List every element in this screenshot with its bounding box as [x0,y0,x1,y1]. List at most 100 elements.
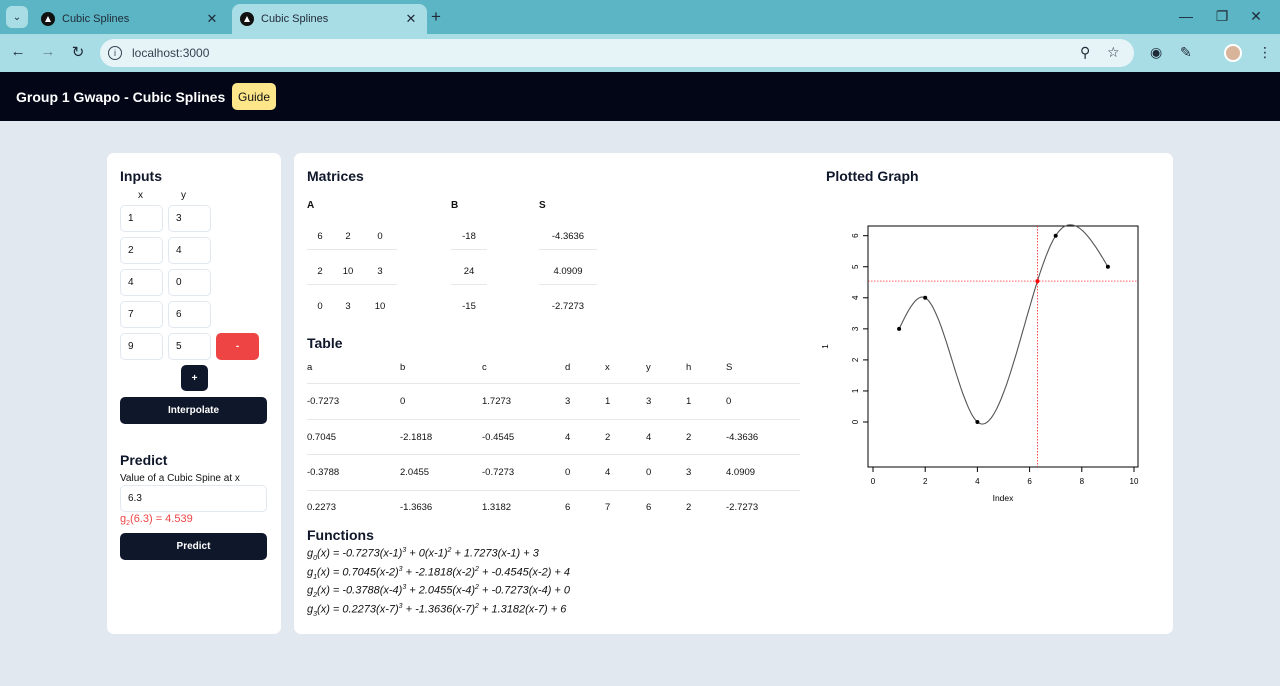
graph-title: Plotted Graph [826,168,919,184]
matrix-a-cell: 0 [377,231,383,242]
predict-result: g2(6.3) = 4.539 [120,513,193,527]
table-cell: 2 [686,432,692,443]
reload-icon[interactable]: ↻ [68,43,88,61]
function-part: + -0.7273(x-4) + 0 [478,585,571,598]
interpolate-button[interactable]: Interpolate [120,397,267,424]
plot-frame [867,225,1139,468]
matrices-title: Matrices [307,168,364,184]
y-input[interactable]: 3 [168,205,211,232]
table-cell: 1.3182 [482,502,512,513]
add-point-button[interactable]: + [181,365,208,391]
app-title: Group 1 Gwapo - Cubic Splines [16,89,226,105]
table-cell: 0 [400,396,406,407]
zoom-icon[interactable]: ⚲ [1080,44,1090,61]
minimize-icon[interactable]: — [1176,8,1196,24]
table-cell: 0 [565,467,571,478]
y-input[interactable]: 5 [168,333,211,360]
table-cell: 0.7045 [307,432,337,443]
y-input[interactable]: 6 [168,301,211,328]
table-header-cell: x [605,362,610,373]
table-cell: 0 [726,396,732,407]
data-point [897,326,902,331]
browser-menu-icon[interactable]: ⋮ [1258,44,1272,61]
matrix-a-cell: 3 [377,266,383,277]
extensions-puzzle-icon[interactable]: ✎ [1180,44,1192,61]
guide-button[interactable]: Guide [232,83,277,110]
remove-point-button[interactable]: - [216,333,259,360]
x-tick-label: 8 [1080,477,1085,486]
back-arrow-icon[interactable]: ← [8,43,28,60]
site-info-icon[interactable]: i [108,46,122,60]
x-input[interactable]: 4 [120,269,163,296]
table-cell: 2 [605,432,611,443]
results-card: Matrices A B S 6 2 0 2 10 3 0 3 10 -18 24 -15 -4.363… [294,153,1173,634]
x-input[interactable]: 2 [120,237,163,264]
plotted-graph: 0 2 4 6 8 10 0 1 2 3 4 5 6 Index 1 [820,224,1139,503]
browser-tab-bar: ⌄ Cubic Splines ✕ Cubic Splines ✕ + — ❐ … [0,0,1280,34]
app-header: Group 1 Gwapo - Cubic Splines Guide [0,72,1280,121]
table-cell: 2.0455 [400,467,430,478]
bookmark-star-icon[interactable]: ☆ [1107,44,1120,61]
table-row-divider [307,383,800,384]
tab-search-chevron-icon[interactable]: ⌄ [6,6,28,28]
function-part: (x) = 0.7045(x-2) [317,566,399,579]
y-input[interactable]: 4 [168,237,211,264]
x-input[interactable]: 1 [120,205,163,232]
predict-title: Predict [120,452,168,468]
function-part: + 2.0455(x-4) [406,585,476,598]
table-header-cell: S [726,362,733,373]
matrix-divider [451,284,487,285]
x-input[interactable]: 9 [120,333,163,360]
url-text: localhost:3000 [132,46,210,60]
grammarly-extension-icon[interactable]: ◉ [1150,44,1162,61]
predict-x-input[interactable]: 6.3 [120,485,267,512]
table-cell: -0.4545 [482,432,515,443]
table-header-cell: y [646,362,651,373]
table-cell: 4 [646,432,652,443]
forward-arrow-icon[interactable]: → [38,43,58,60]
matrix-divider [307,284,397,285]
x-column-header: x [138,190,143,201]
table-cell: -1.3636 [400,502,433,513]
data-point [1105,264,1110,269]
predict-button[interactable]: Predict [120,533,267,560]
y-column-header: y [181,190,186,201]
triangle-favicon-icon [41,12,55,26]
table-cell: 4 [565,432,571,443]
function-part: (x) = -0.3788(x-4) [317,585,403,598]
browser-toolbar: ← → ↻ i localhost:3000 ⚲ ☆ ◉ ✎ [0,34,1280,72]
y-input[interactable]: 0 [168,269,211,296]
function-part: + 0(x-1) [406,547,448,560]
table-row-divider [307,490,800,491]
data-point [923,295,928,300]
function-part: + -1.3636(x-7) [402,603,476,616]
table-cell: 0.2273 [307,502,337,513]
window-close-icon[interactable]: ✕ [1246,8,1266,25]
address-bar[interactable]: i localhost:3000 ⚲ ☆ [100,39,1134,67]
close-icon[interactable]: ✕ [204,11,220,27]
x-input[interactable]: 7 [120,301,163,328]
matrix-divider [539,284,597,285]
spline-function: g1(x) = 0.7045(x-2)3 + -2.1818(x-2)2 + -… [307,566,570,581]
table-cell: -4.3636 [726,432,759,443]
matrix-b-cell: -15 [462,301,476,312]
function-part: (x) = 0.2273(x-7) [317,603,399,616]
table-cell: 6 [565,502,571,513]
function-part: + 1.7273(x-1) + 3 [451,547,539,560]
function-part: (x) = -0.7273(x-1) [317,547,403,560]
matrix-divider [307,249,397,250]
table-cell: 1 [686,396,692,407]
new-tab-plus-icon[interactable]: + [431,7,441,27]
close-icon[interactable]: ✕ [403,11,419,27]
table-cell: 1 [605,396,611,407]
browser-tab-2[interactable]: Cubic Splines ✕ [232,4,427,34]
profile-avatar[interactable] [1224,44,1242,62]
browser-tab-1[interactable]: Cubic Splines ✕ [33,4,228,34]
table-cell: 0 [646,467,652,478]
predict-result-value: (6.3) = 4.539 [130,513,193,525]
x-tick-label: 0 [871,477,876,486]
functions-title: Functions [307,527,374,543]
restore-icon[interactable]: ❐ [1212,8,1232,25]
x-tick-label: 6 [1027,477,1032,486]
table-cell: -2.7273 [726,502,759,513]
